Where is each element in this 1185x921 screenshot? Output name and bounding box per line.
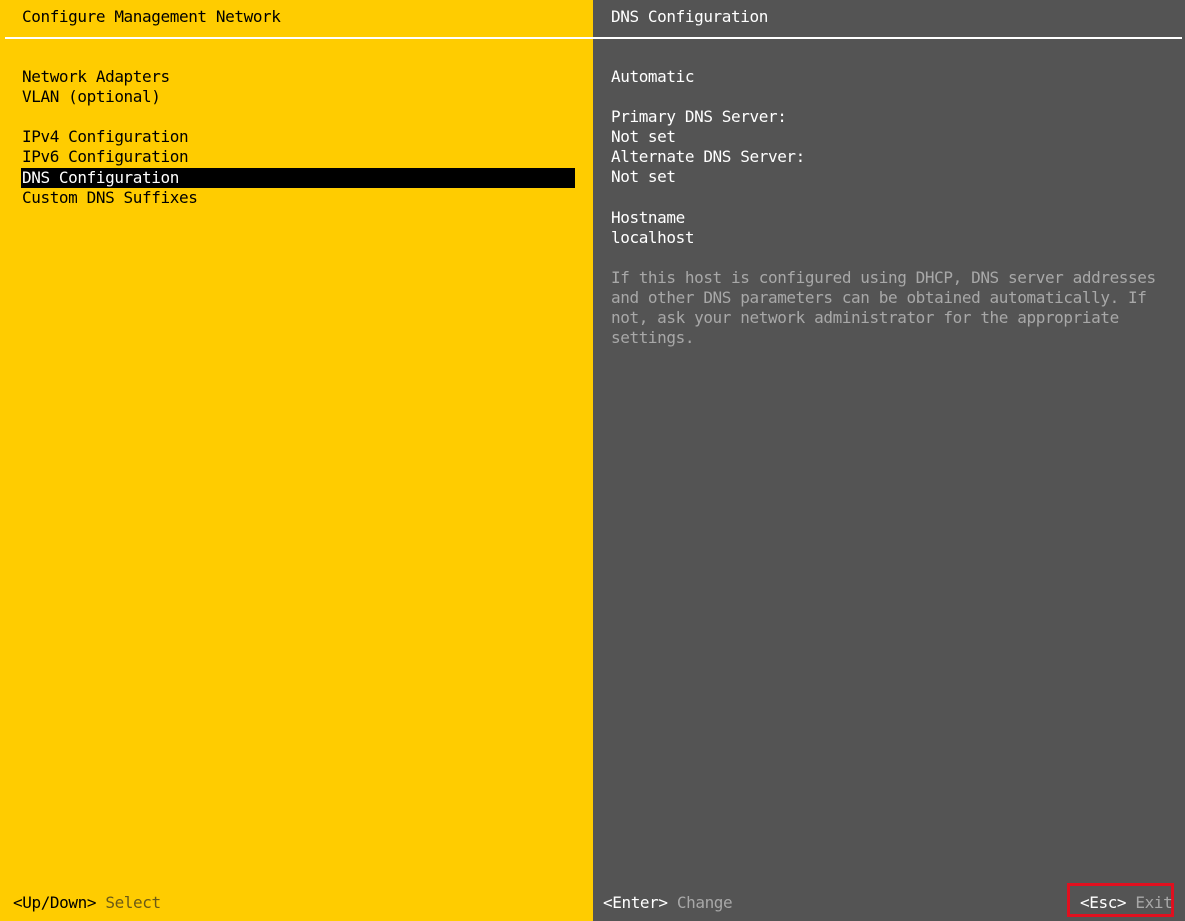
footer-hint-exit[interactable]: <Esc> Exit <box>1080 893 1173 913</box>
panel-title: DNS Configuration <box>611 7 768 26</box>
primary-dns-label: Primary DNS Server: <box>611 107 787 126</box>
title-divider <box>5 37 593 39</box>
menu-item-network-adapters[interactable]: Network Adapters <box>21 67 575 87</box>
alternate-dns-value: Not set <box>611 167 676 186</box>
menu-item-ipv6-configuration[interactable]: IPv6 Configuration <box>21 147 575 167</box>
dns-mode: Automatic <box>611 67 695 86</box>
panel-title: Configure Management Network <box>22 7 281 26</box>
alternate-dns-label: Alternate DNS Server: <box>611 147 805 166</box>
hostname-value: localhost <box>611 228 695 247</box>
hostname-label: Hostname <box>611 208 685 227</box>
menu-item-vlan[interactable]: VLAN (optional) <box>21 87 575 107</box>
menu-item-ipv4-configuration[interactable]: IPv4 Configuration <box>21 127 575 147</box>
left-panel: Configure Management Network Network Ada… <box>0 0 593 921</box>
menu-item-dns-configuration[interactable]: DNS Configuration <box>21 168 575 188</box>
footer-hint-change[interactable]: <Enter> Change <box>603 893 733 913</box>
hint-action-change: Change <box>676 893 733 912</box>
hint-key-enter: <Enter> <box>603 893 668 912</box>
hint-key-up-down: <Up/Down> <box>13 893 97 912</box>
hint-action-exit: Exit <box>1135 893 1173 912</box>
primary-dns-value: Not set <box>611 127 676 146</box>
help-text: If this host is configured using DHCP, D… <box>611 268 1156 347</box>
menu-item-custom-dns-suffixes[interactable]: Custom DNS Suffixes <box>21 188 575 208</box>
hint-action-select: Select <box>105 893 161 912</box>
right-panel: DNS Configuration Automatic Primary DNS … <box>593 0 1185 921</box>
title-divider <box>593 37 1182 39</box>
footer-hint-select: <Up/Down> Select <box>13 893 161 913</box>
hint-key-esc: <Esc> <box>1080 893 1127 912</box>
